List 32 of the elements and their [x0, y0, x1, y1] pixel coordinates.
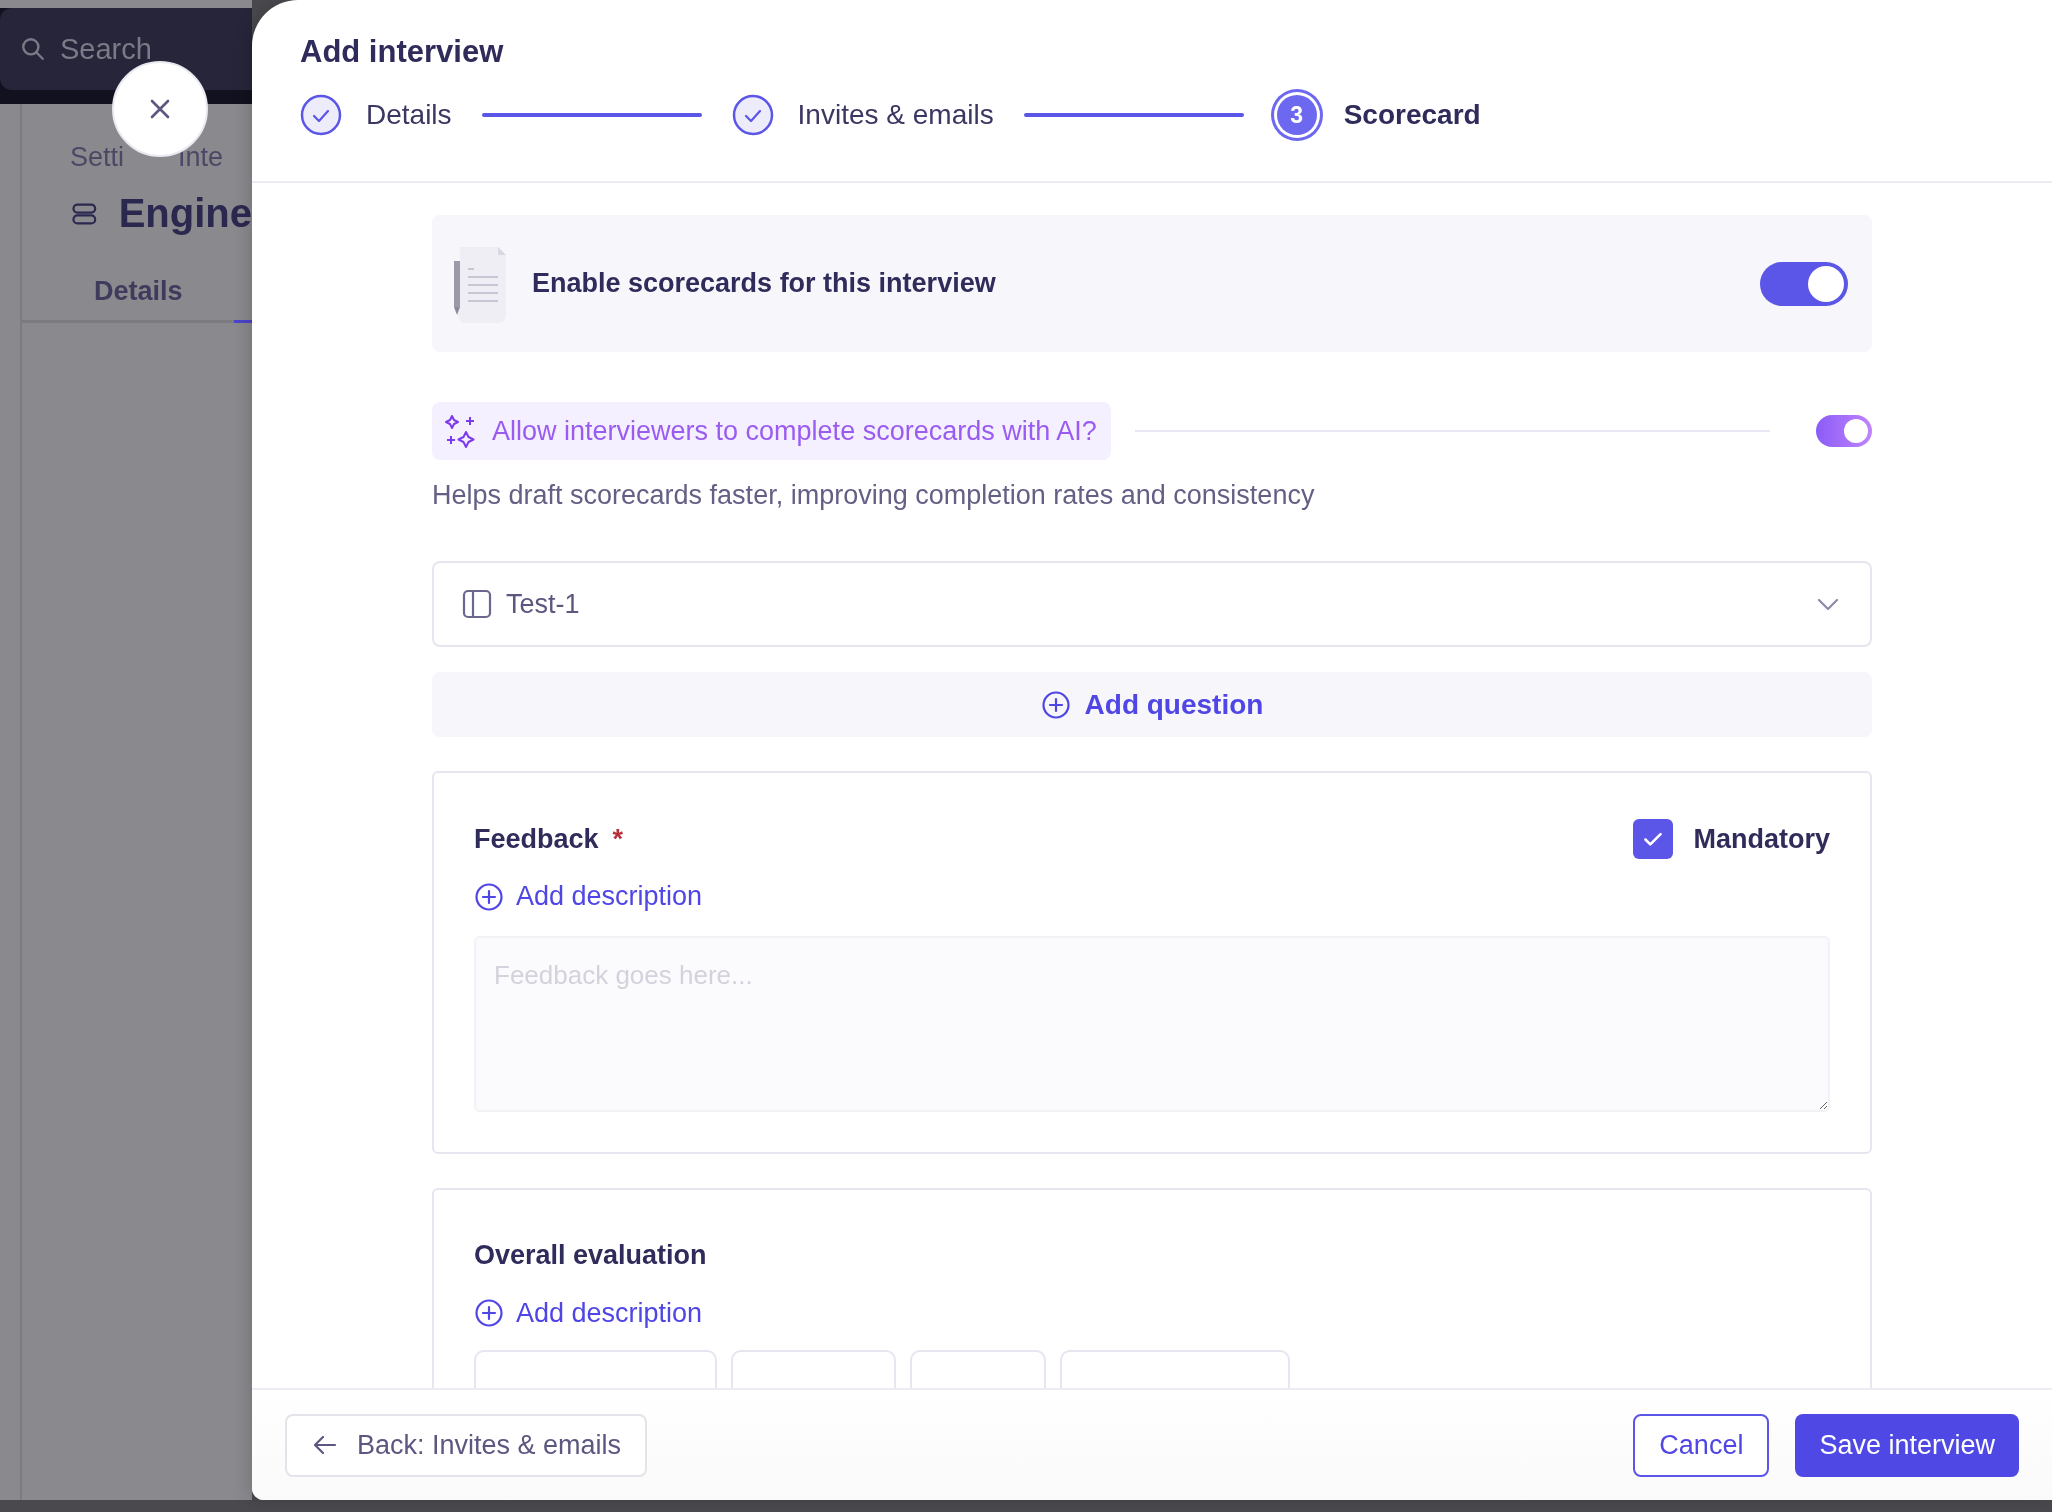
search-field[interactable]: Search [20, 34, 152, 64]
back-button[interactable]: Back: Invites & emails [285, 1413, 648, 1477]
checkbox-label: Mandatory [1693, 823, 1830, 855]
save-button[interactable]: Save interview [1795, 1413, 2019, 1477]
mandatory-checkbox[interactable] [1633, 819, 1674, 859]
plus-circle-icon [1040, 689, 1071, 720]
toggle-switch[interactable] [1760, 261, 1848, 306]
add-description-link[interactable]: Add description [474, 1297, 703, 1329]
add-question-button[interactable]: Add question [432, 672, 1872, 737]
dialog-title: Add interview [300, 34, 505, 70]
breadcrumb-text: Setti [70, 142, 125, 173]
add-description-link[interactable]: Add description [474, 881, 703, 912]
help-text: Helps draft scorecards faster, improving completion rates and consistency [432, 480, 1316, 511]
plus-circle-icon [474, 1298, 504, 1328]
close-icon [148, 97, 172, 121]
sidebar-icon [462, 589, 492, 619]
step-label: Invites & emails [797, 99, 994, 131]
step-label: Details [366, 99, 452, 131]
template-dropdown[interactable]: Test-1 [432, 561, 1872, 647]
plus-circle-icon [474, 881, 504, 912]
required-asterisk: * [612, 823, 624, 855]
cancel-button[interactable]: Cancel [1633, 1413, 1770, 1477]
search-icon [20, 36, 46, 62]
breadcrumb-text: Inte [178, 142, 224, 173]
step-label: Scorecard [1343, 99, 1481, 131]
question-title: Feedback [474, 823, 599, 855]
question-title: Overall evaluation [474, 1240, 707, 1271]
tab-indicator [234, 320, 252, 323]
toggle-switch[interactable] [1816, 415, 1872, 447]
ai-option-text: Allow interviewers to complete scorecards with AI? [492, 415, 1097, 447]
page-title: Engine [118, 191, 252, 236]
toggle-label: Enable scorecards for this interview [532, 268, 997, 299]
